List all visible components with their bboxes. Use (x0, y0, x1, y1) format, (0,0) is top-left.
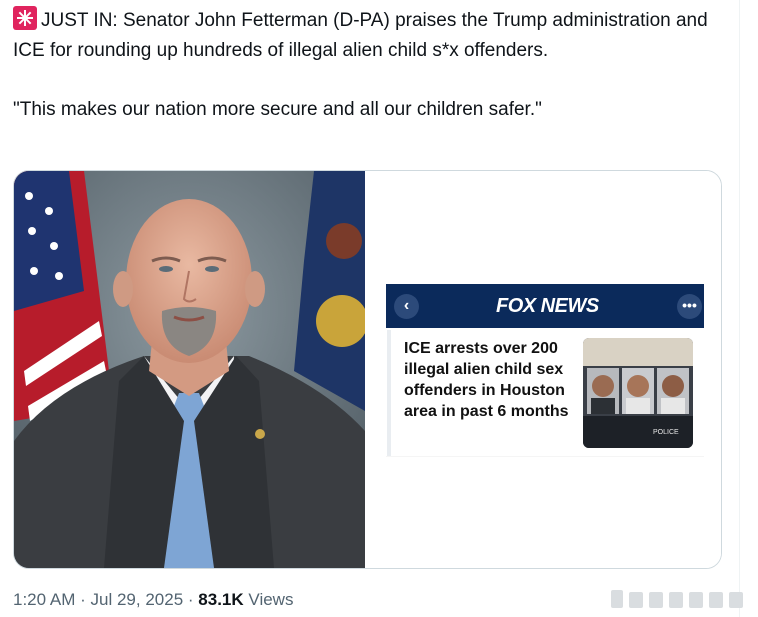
chevron-left-icon[interactable]: ‹ (394, 294, 419, 319)
meta-separator: · (80, 590, 86, 609)
tweet-time[interactable]: 1:20 AM (13, 590, 75, 609)
fox-header: ‹ FOX NEWS ••• (386, 284, 704, 328)
views-label: Views (248, 590, 294, 609)
media-attachment[interactable]: ‹ FOX NEWS ••• ICE arrests over 200 ille… (13, 170, 722, 569)
watermark (611, 590, 743, 608)
news-screenshot-panel: ‹ FOX NEWS ••• ICE arrests over 200 ille… (366, 171, 721, 568)
fox-news-logo: FOX NEWS (496, 295, 599, 317)
column-divider (739, 0, 740, 617)
fox-headline[interactable]: ICE arrests over 200 illegal alien child… (404, 338, 579, 422)
meta-separator: · (187, 590, 194, 609)
mugshots-thumbnail: POLICE (583, 338, 693, 448)
fox-news-card[interactable]: ‹ FOX NEWS ••• ICE arrests over 200 ille… (386, 284, 704, 456)
more-icon[interactable]: ••• (677, 294, 702, 319)
views-count: 83.1K (198, 590, 244, 609)
tweet-meta: 1:20 AM · Jul 29, 2025 · 83.1K Views (13, 590, 293, 610)
tweet-line-1: JUST IN: Senator John Fetterman (D-PA) p… (13, 6, 728, 65)
siren-emoji-icon (13, 6, 37, 30)
tweet-body: JUST IN: Senator John Fetterman (D-PA) p… (13, 6, 728, 125)
tweet-text-main: JUST IN: Senator John Fetterman (D-PA) p… (13, 10, 708, 61)
police-label: POLICE (653, 429, 679, 436)
tweet-quote: "This makes our nation more secure and a… (13, 99, 542, 120)
portrait-photo[interactable] (14, 171, 365, 568)
tweet-date[interactable]: Jul 29, 2025 (91, 590, 184, 609)
card-accent-bar (387, 330, 391, 456)
